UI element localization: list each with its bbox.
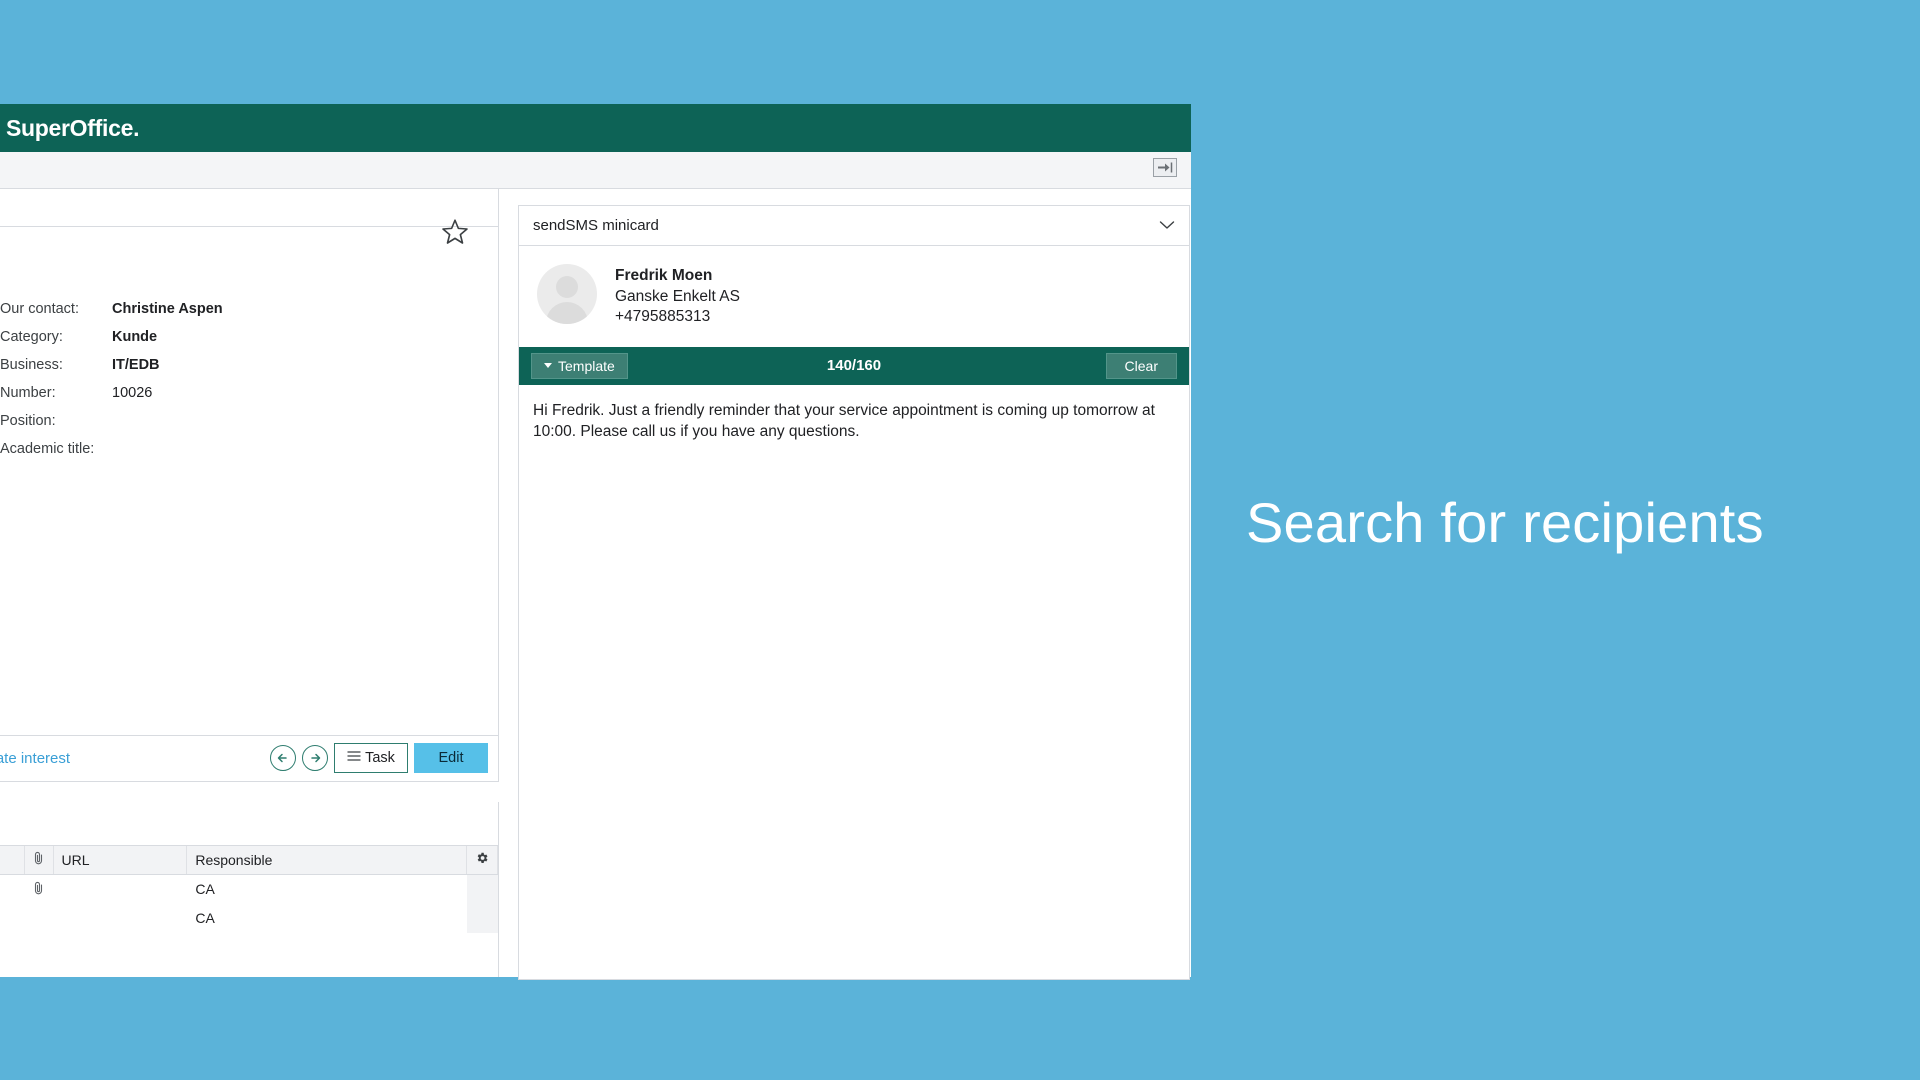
row-url [53, 875, 187, 904]
sendsms-panel: sendSMS minicard Fredrik Moen Ganske Enk… [518, 205, 1190, 980]
background-blue-strip [0, 0, 1920, 104]
edit-button-label: Edit [438, 750, 464, 767]
table-header-responsible[interactable]: Responsible [186, 845, 467, 876]
row-gear-spacer [466, 903, 498, 933]
documents-panel: URL Responsible CA CA [0, 801, 499, 977]
row-attachment-icon [24, 904, 53, 933]
row-spacer [0, 904, 24, 933]
contact-field-row: Number: 10026 [0, 385, 498, 413]
field-label: Position: [0, 413, 56, 429]
avatar-head [556, 276, 578, 298]
field-label: Academic title: [0, 441, 95, 457]
window-body: Our contact: Christine Aspen Category: K… [0, 189, 1191, 980]
arrow-left-icon[interactable] [270, 745, 296, 772]
field-value: 10026 [112, 385, 153, 401]
row-url [53, 904, 187, 933]
field-label: Our contact: [0, 301, 79, 317]
interest-link[interactable]: imate interest [0, 750, 70, 767]
table-row[interactable]: CA [0, 903, 498, 933]
task-button[interactable]: Task [334, 743, 408, 774]
logo-text: SuperOffice [6, 114, 134, 141]
recipient-name: Fredrik Moen [615, 267, 713, 284]
template-button-label: Template [558, 357, 615, 374]
sms-toolbar: Template 140/160 Clear [519, 346, 1189, 385]
sendsms-panel-title: sendSMS minicard [533, 217, 659, 234]
superoffice-logo: SuperOffice. [6, 115, 139, 142]
table-header-attachment[interactable] [24, 845, 54, 876]
sms-recipient-details: Fredrik Moen Ganske Enkelt AS +479588531… [615, 264, 740, 328]
paperclip-icon [33, 852, 45, 868]
field-label: Number: [0, 385, 56, 401]
settings-gear-icon[interactable] [466, 845, 498, 876]
hamburger-menu-icon [347, 750, 361, 766]
contact-card-action-bar: imate interest [0, 734, 499, 782]
contact-field-row: Position: [0, 413, 498, 441]
documents-tabstrip [0, 802, 498, 846]
contact-field-list: Our contact: Christine Aspen Category: K… [0, 227, 498, 469]
sendsms-panel-header[interactable]: sendSMS minicard [519, 206, 1189, 246]
favorite-star-icon[interactable] [440, 217, 470, 247]
arrow-right-icon[interactable] [302, 745, 328, 772]
character-counter: 140/160 [826, 357, 882, 375]
contact-field-row: Our contact: Christine Aspen [0, 301, 498, 329]
table-row[interactable]: CA [0, 874, 498, 904]
sms-message-input[interactable]: Hi Fredrik. Just a friendly reminder tha… [519, 385, 1189, 979]
table-header-spacer [0, 845, 25, 876]
field-value: Kunde [112, 329, 158, 345]
contact-card-tabstrip [0, 189, 498, 227]
contact-field-row: Category: Kunde [0, 329, 498, 357]
table-header-row: URL Responsible [0, 845, 498, 876]
recipient-phone: +4795885313 [615, 308, 711, 326]
right-column: sendSMS minicard Fredrik Moen Ganske Enk… [500, 189, 1190, 980]
overlay-caption: Search for recipients [1246, 491, 1764, 554]
paperclip-icon [33, 881, 45, 898]
row-attachment-icon [24, 875, 53, 904]
edit-button[interactable]: Edit [414, 743, 488, 774]
person-avatar-icon [537, 264, 597, 324]
app-header: SuperOffice. [0, 104, 1191, 152]
caret-down-icon [544, 363, 552, 369]
row-gear-spacer [466, 874, 498, 904]
expand-panel-icon[interactable] [1153, 158, 1177, 177]
field-label: Category: [0, 329, 63, 345]
sms-recipient-card: Fredrik Moen Ganske Enkelt AS +479588531… [519, 246, 1189, 347]
clear-button[interactable]: Clear [1105, 352, 1177, 379]
left-column: Our contact: Christine Aspen Category: K… [0, 189, 500, 977]
contact-field-row: Academic title: [0, 441, 498, 469]
field-value: IT/EDB [112, 357, 160, 373]
recipient-company: Ganske Enkelt AS [615, 287, 740, 305]
row-spacer [0, 875, 24, 904]
card-action-buttons: Task Edit [270, 743, 488, 774]
template-button[interactable]: Template [531, 352, 628, 379]
superoffice-app-window: SuperOffice. Our contact: Christine Aspe… [0, 104, 1191, 980]
task-button-label: Task [365, 750, 395, 767]
field-label: Business: [0, 357, 63, 373]
chevron-down-icon[interactable] [1159, 217, 1175, 234]
clear-button-label: Clear [1124, 357, 1158, 374]
row-responsible: CA [195, 881, 215, 898]
avatar-body [546, 302, 588, 324]
row-responsible: CA [195, 910, 215, 927]
table-header-url[interactable]: URL [53, 845, 188, 876]
contact-field-row: Business: IT/EDB [0, 357, 498, 385]
documents-table: URL Responsible CA CA [0, 845, 498, 933]
field-value: Christine Aspen [112, 301, 223, 317]
sub-toolbar [0, 152, 1191, 189]
logo-dot: . [133, 114, 140, 141]
contact-card-panel: Our contact: Christine Aspen Category: K… [0, 189, 499, 735]
